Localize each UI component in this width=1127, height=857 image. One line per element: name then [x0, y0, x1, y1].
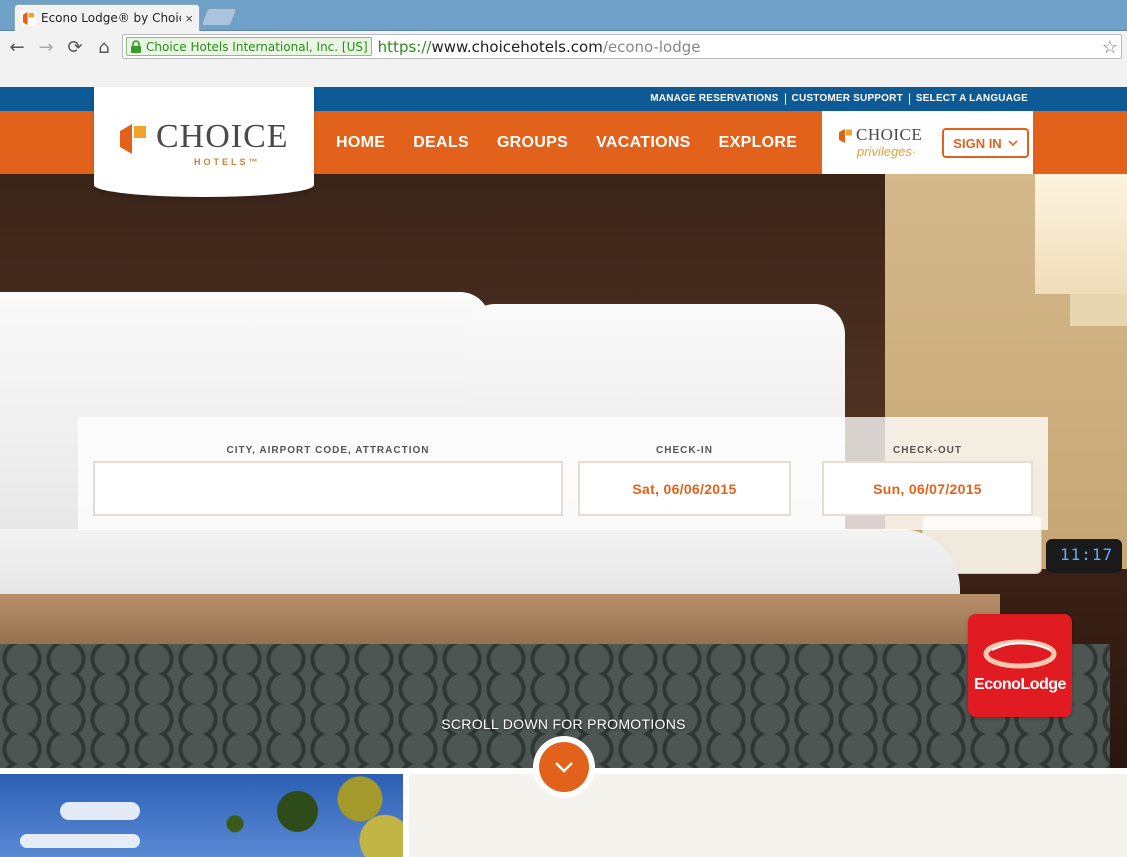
econo-lodge-label: EconoLodge [974, 676, 1066, 693]
new-tab-button[interactable] [200, 8, 238, 26]
checkin-date-field[interactable]: Sat, 06/06/2015 [578, 461, 791, 516]
privileges-logo-mark-icon [839, 129, 852, 143]
browser-tabstrip: Econo Lodge® by Choice × [0, 0, 1127, 31]
choice-hotels-logo[interactable]: CHOICE HOTELS™ [94, 87, 314, 197]
ev-certificate-badge[interactable]: Choice Hotels International, Inc. [US] [126, 37, 372, 56]
manage-reservations-link[interactable]: MANAGE RESERVATIONS [644, 93, 784, 105]
ev-certificate-text: Choice Hotels International, Inc. [US] [146, 39, 368, 54]
checkin-label: CHECK-IN [656, 445, 713, 456]
home-icon[interactable]: ⌂ [93, 36, 115, 58]
logo-subtitle: HOTELS™ [194, 157, 261, 167]
back-arrow-icon[interactable]: ← [6, 36, 28, 58]
tab-title: Econo Lodge® by Choice [41, 11, 182, 25]
hero-banner: 11:17 CITY, AIRPORT CODE, ATTRACTION CHE… [0, 174, 1127, 768]
reload-icon[interactable]: ⟳ [64, 36, 86, 58]
choice-favicon-icon [21, 10, 36, 26]
chevron-down-icon [1008, 139, 1018, 146]
url-text: https://www.choicehotels.com/econo-lodge [378, 38, 701, 56]
econo-lodge-brand-badge[interactable]: EconoLodge [968, 614, 1072, 717]
bookmark-star-icon[interactable]: ☆ [1102, 37, 1118, 58]
scroll-prompt: SCROLL DOWN FOR PROMOTIONS [441, 716, 686, 732]
destination-label: CITY, AIRPORT CODE, ATTRACTION [226, 445, 430, 456]
url-host: www.choicehotels.com [431, 37, 603, 56]
promo-tree [160, 774, 403, 857]
select-language-link[interactable]: SELECT A LANGUAGE [908, 93, 1034, 105]
econo-lodge-swoosh-icon [983, 639, 1057, 669]
checkout-date-field[interactable]: Sun, 06/07/2015 [822, 461, 1033, 516]
logo-wordmark: CHOICE [156, 118, 289, 155]
choice-privileges-area: CHOICE privileges· SIGN IN [822, 111, 1033, 174]
choice-logo-mark-icon [120, 124, 146, 154]
privileges-wordmark[interactable]: CHOICE [856, 125, 922, 145]
utility-links: MANAGE RESERVATIONS CUSTOMER SUPPORT SEL… [644, 93, 1034, 105]
sign-in-button[interactable]: SIGN IN [942, 128, 1029, 158]
hero-clock: 11:17 [1046, 539, 1122, 573]
nav-explore[interactable]: EXPLORE [719, 134, 798, 152]
address-bar[interactable]: Choice Hotels International, Inc. [US] h… [122, 34, 1122, 59]
promotion-panel [409, 774, 1127, 857]
promo-cloud [20, 834, 140, 848]
scroll-down-inner [539, 742, 589, 792]
url-path: /econo-lodge [602, 37, 701, 56]
lock-icon [131, 40, 141, 53]
nav-vacations[interactable]: VACATIONS [596, 134, 691, 152]
forward-arrow-icon[interactable]: → [35, 36, 57, 58]
customer-support-link[interactable]: CUSTOMER SUPPORT [784, 93, 909, 105]
scroll-down-button[interactable] [533, 736, 595, 798]
tab-close-icon[interactable]: × [185, 11, 193, 26]
nav-menu: HOME DEALS GROUPS VACATIONS EXPLORE [322, 111, 811, 174]
url-scheme: https:// [377, 37, 432, 56]
browser-toolbar: ← → ⟳ ⌂ Choice Hotels International, Inc… [0, 31, 1127, 87]
privileges-subtitle: privileges· [857, 144, 917, 159]
promo-cloud [60, 802, 140, 820]
promotion-image[interactable] [0, 774, 403, 857]
chevron-down-icon [555, 762, 573, 773]
hero-clock-display: 11:17 [1060, 545, 1114, 564]
hero-lamp [1035, 174, 1127, 294]
booking-search-panel: CITY, AIRPORT CODE, ATTRACTION CHECK-IN … [78, 417, 1048, 530]
browser-tab-active[interactable]: Econo Lodge® by Choice × [14, 4, 200, 31]
nav-deals[interactable]: DEALS [413, 134, 469, 152]
nav-groups[interactable]: GROUPS [497, 134, 568, 152]
destination-input[interactable] [93, 461, 563, 516]
checkout-label: CHECK-OUT [893, 445, 962, 456]
hero-lamp-base [1070, 294, 1127, 326]
nav-home[interactable]: HOME [336, 134, 385, 152]
sign-in-label: SIGN IN [953, 135, 1002, 151]
